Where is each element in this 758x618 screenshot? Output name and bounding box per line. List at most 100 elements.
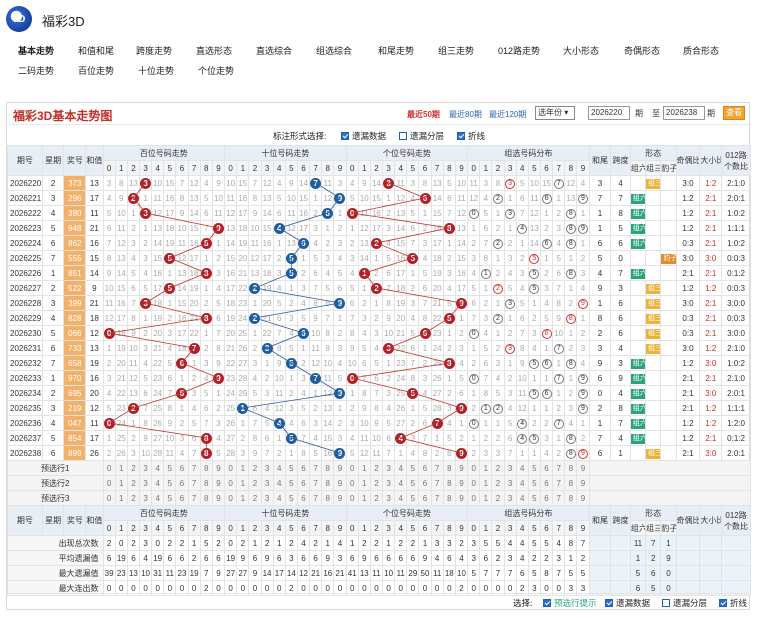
preselect-digit[interactable]: 3 [260, 460, 274, 476]
preselect-digit[interactable]: 3 [503, 490, 517, 506]
preselect-digit[interactable]: 1 [357, 475, 371, 491]
preselect-digit[interactable]: 1 [479, 475, 493, 491]
preselect-digit[interactable]: 1 [236, 490, 250, 506]
preselect-digit[interactable]: 3 [503, 460, 517, 476]
preselect-digit[interactable]: 2 [369, 475, 384, 491]
preselect-digit[interactable]: 6 [418, 475, 432, 491]
preselect-digit[interactable]: 9 [454, 475, 469, 491]
preselect-digit[interactable]: 4 [272, 490, 286, 506]
preselect-digit[interactable]: 1 [479, 490, 493, 506]
preselect-digit[interactable]: 3 [382, 490, 396, 506]
preselect-digit[interactable]: 4 [394, 490, 408, 506]
preselect-digit[interactable]: 1 [357, 490, 371, 506]
preselect-digit[interactable]: 2 [491, 490, 505, 506]
preselect-digit[interactable]: 6 [418, 460, 432, 476]
preselect-digit[interactable]: 9 [333, 475, 347, 491]
nav-item[interactable]: 个位走势 [198, 64, 234, 77]
nav-item[interactable]: 组三走势 [438, 44, 474, 57]
preselect-digit[interactable]: 2 [248, 460, 262, 476]
preselect-digit[interactable]: 8 [442, 460, 456, 476]
nav-item[interactable]: 奇偶形态 [624, 44, 660, 57]
preselect-digit[interactable]: 2 [126, 490, 140, 506]
nav-item[interactable]: 大小形态 [563, 44, 599, 57]
preselect-digit[interactable]: 5 [406, 475, 420, 491]
preselect-digit[interactable]: 4 [515, 460, 529, 476]
preselect-digit[interactable]: 1 [114, 460, 128, 476]
preselect-digit[interactable]: 4 [272, 460, 286, 476]
preselect-digit[interactable]: 6 [539, 490, 554, 506]
preselect-digit[interactable]: 6 [175, 460, 189, 476]
nav-item[interactable]: 和尾走势 [378, 44, 414, 57]
preselect-digit[interactable]: 6 [175, 490, 189, 506]
preselect-digit[interactable]: 3 [138, 460, 153, 476]
preselect-digit[interactable]: 5 [406, 490, 420, 506]
preselect-digit[interactable]: 2 [126, 475, 140, 491]
preselect-digit[interactable]: 6 [175, 475, 189, 491]
preselect-digit[interactable]: 2 [248, 475, 262, 491]
preselect-digit[interactable]: 5 [284, 460, 298, 476]
preselect-digit[interactable]: 1 [357, 460, 371, 476]
preselect-digit[interactable]: 5 [284, 475, 298, 491]
preselect-digit[interactable]: 8 [564, 475, 578, 491]
preselect-digit[interactable]: 3 [382, 460, 396, 476]
preselect-digit[interactable]: 3 [138, 490, 153, 506]
nav-item[interactable]: 基本走势 [18, 44, 54, 57]
preselect-digit[interactable]: 0 [467, 490, 481, 506]
preselect-digit[interactable]: 7 [552, 490, 566, 506]
footer-option-polyline[interactable]: 折线 [719, 597, 747, 609]
preselect-digit[interactable]: 9 [576, 460, 590, 476]
footer-option-missing-data[interactable]: 遗漏数据 [605, 597, 650, 609]
preselect-digit[interactable]: 0 [224, 490, 238, 506]
preselect-digit[interactable]: 1 [114, 475, 128, 491]
preselect-digit[interactable]: 4 [394, 460, 408, 476]
preselect-digit[interactable]: 6 [296, 475, 311, 491]
preselect-digit[interactable]: 1 [236, 475, 250, 491]
preselect-digit[interactable]: 3 [503, 475, 517, 491]
preselect-digit[interactable]: 2 [126, 460, 140, 476]
preselect-digit[interactable]: 2 [369, 460, 384, 476]
preselect-digit[interactable]: 7 [187, 490, 201, 506]
nav-item[interactable]: 直选综合 [256, 44, 292, 57]
preselect-digit[interactable]: 4 [272, 475, 286, 491]
preselect-digit[interactable]: 8 [321, 490, 335, 506]
preselect-digit[interactable]: 4 [151, 460, 165, 476]
nav-item[interactable]: 十位走势 [138, 64, 174, 77]
preselect-digit[interactable]: 9 [211, 490, 226, 506]
preselect-digit[interactable]: 1 [236, 460, 250, 476]
preselect-digit[interactable]: 0 [102, 490, 116, 506]
preselect-digit[interactable]: 5 [527, 460, 541, 476]
preselect-digit[interactable]: 8 [321, 460, 335, 476]
preselect-digit[interactable]: 7 [309, 460, 323, 476]
preselect-digit[interactable]: 7 [187, 475, 201, 491]
nav-item[interactable]: 和值和尾 [78, 44, 114, 57]
preselect-digit[interactable]: 1 [479, 460, 493, 476]
preselect-digit[interactable]: 7 [309, 490, 323, 506]
preselect-digit[interactable]: 0 [345, 490, 359, 506]
nav-item[interactable]: 百位走势 [78, 64, 114, 77]
preselect-digit[interactable]: 7 [309, 475, 323, 491]
preselect-digit[interactable]: 6 [539, 460, 554, 476]
preselect-digit[interactable]: 9 [211, 460, 226, 476]
preselect-digit[interactable]: 6 [296, 490, 311, 506]
preselect-digit[interactable]: 4 [151, 475, 165, 491]
footer-option-missing-layer[interactable]: 遗漏分层 [662, 597, 707, 609]
nav-item[interactable]: 跨度走势 [136, 44, 172, 57]
preselect-digit[interactable]: 7 [552, 460, 566, 476]
preselect-digit[interactable]: 8 [199, 490, 213, 506]
preselect-digit[interactable]: 8 [564, 490, 578, 506]
preselect-digit[interactable]: 8 [442, 490, 456, 506]
preselect-digit[interactable]: 7 [430, 475, 444, 491]
preselect-digit[interactable]: 5 [163, 460, 177, 476]
preselect-digit[interactable]: 4 [394, 475, 408, 491]
preselect-digit[interactable]: 5 [527, 475, 541, 491]
preselect-digit[interactable]: 2 [248, 490, 262, 506]
preselect-digit[interactable]: 6 [296, 460, 311, 476]
preselect-digit[interactable]: 3 [382, 475, 396, 491]
preselect-digit[interactable]: 2 [491, 475, 505, 491]
nav-item[interactable]: 质合形态 [683, 44, 719, 57]
preselect-digit[interactable]: 2 [369, 490, 384, 506]
preselect-digit[interactable]: 0 [102, 460, 116, 476]
preselect-digit[interactable]: 0 [345, 460, 359, 476]
preselect-digit[interactable]: 6 [539, 475, 554, 491]
preselect-digit[interactable]: 4 [515, 475, 529, 491]
